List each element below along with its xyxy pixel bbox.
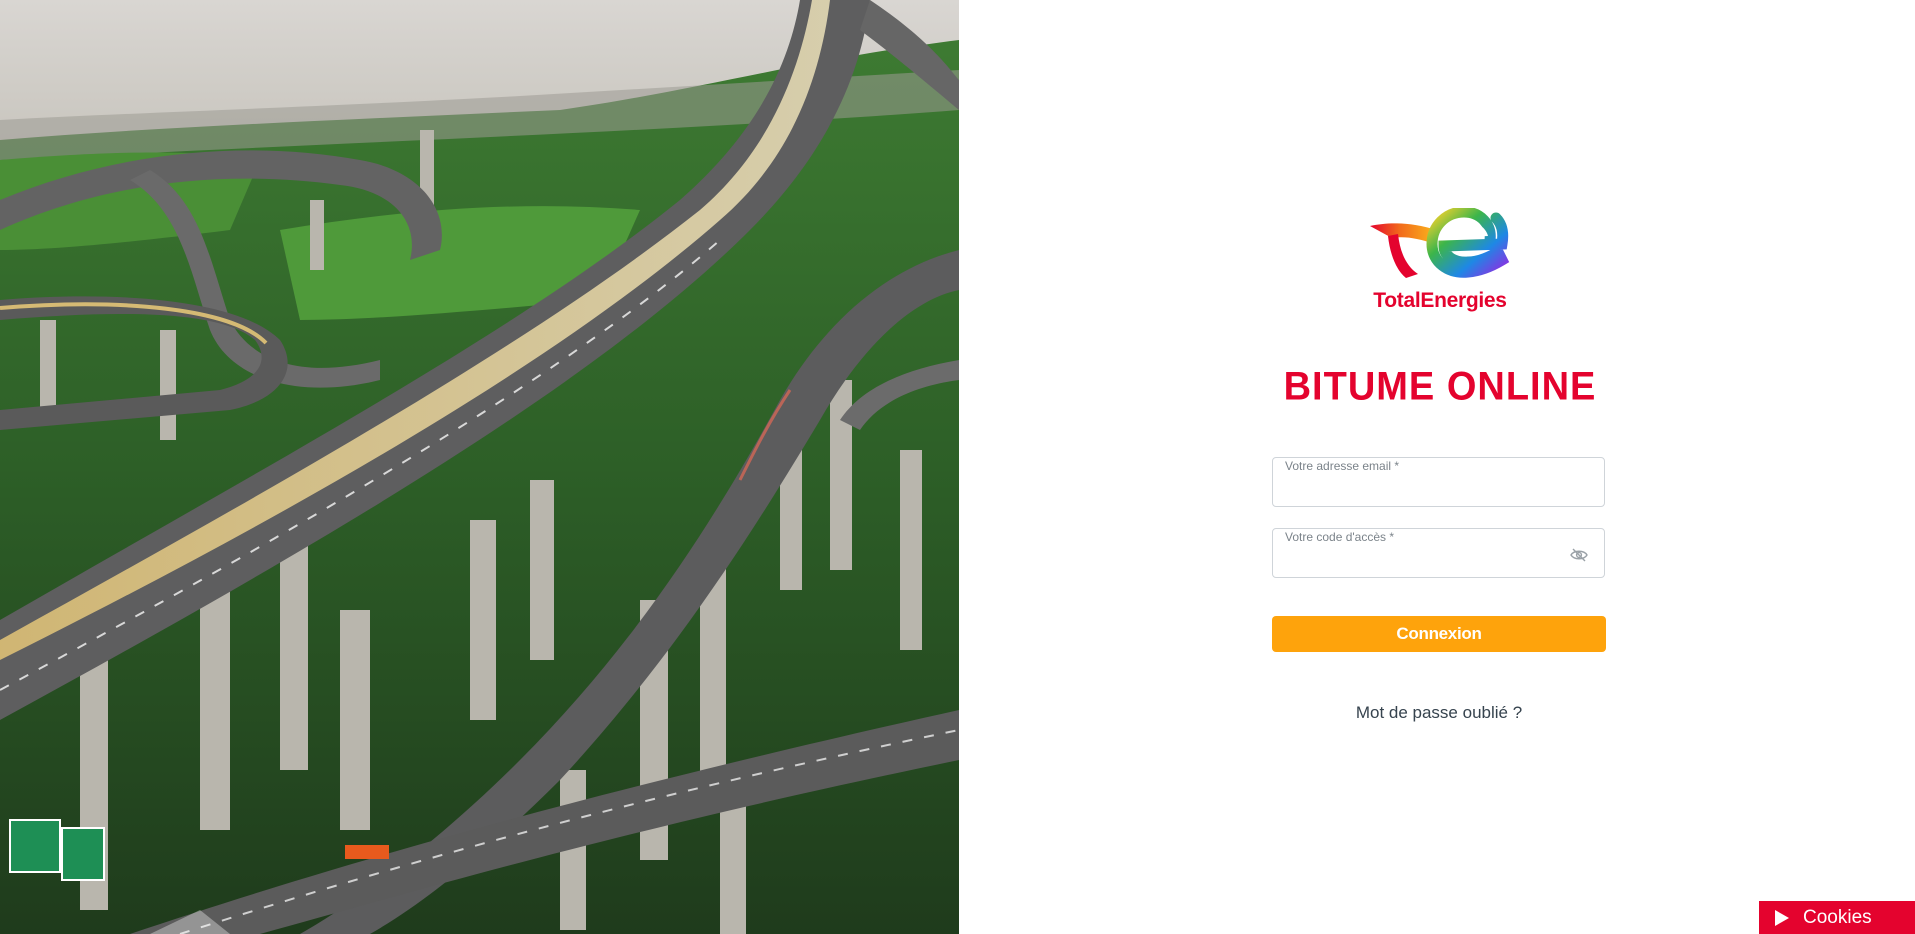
cookies-button[interactable]: Cookies [1759, 901, 1915, 934]
hero-image [0, 0, 959, 934]
email-input[interactable] [1285, 476, 1564, 500]
forgot-password-link[interactable]: Mot de passe oublié ? [1339, 703, 1539, 723]
email-label: Votre adresse email * [1283, 459, 1402, 473]
password-label: Votre code d'accès * [1283, 530, 1397, 544]
page-title: BITUME ONLINE [1283, 364, 1597, 410]
eye-off-icon[interactable] [1570, 548, 1588, 562]
login-panel: TotalEnergies BITUME ONLINE Votre adress… [959, 0, 1915, 934]
email-field[interactable]: Votre adresse email * [1272, 457, 1605, 507]
cookies-label: Cookies [1803, 906, 1872, 928]
play-icon [1775, 909, 1789, 926]
login-button[interactable]: Connexion [1272, 616, 1606, 652]
brand-name: TotalEnergies [1373, 289, 1507, 312]
password-input[interactable] [1285, 547, 1564, 571]
password-field[interactable]: Votre code d'accès * [1272, 528, 1605, 578]
